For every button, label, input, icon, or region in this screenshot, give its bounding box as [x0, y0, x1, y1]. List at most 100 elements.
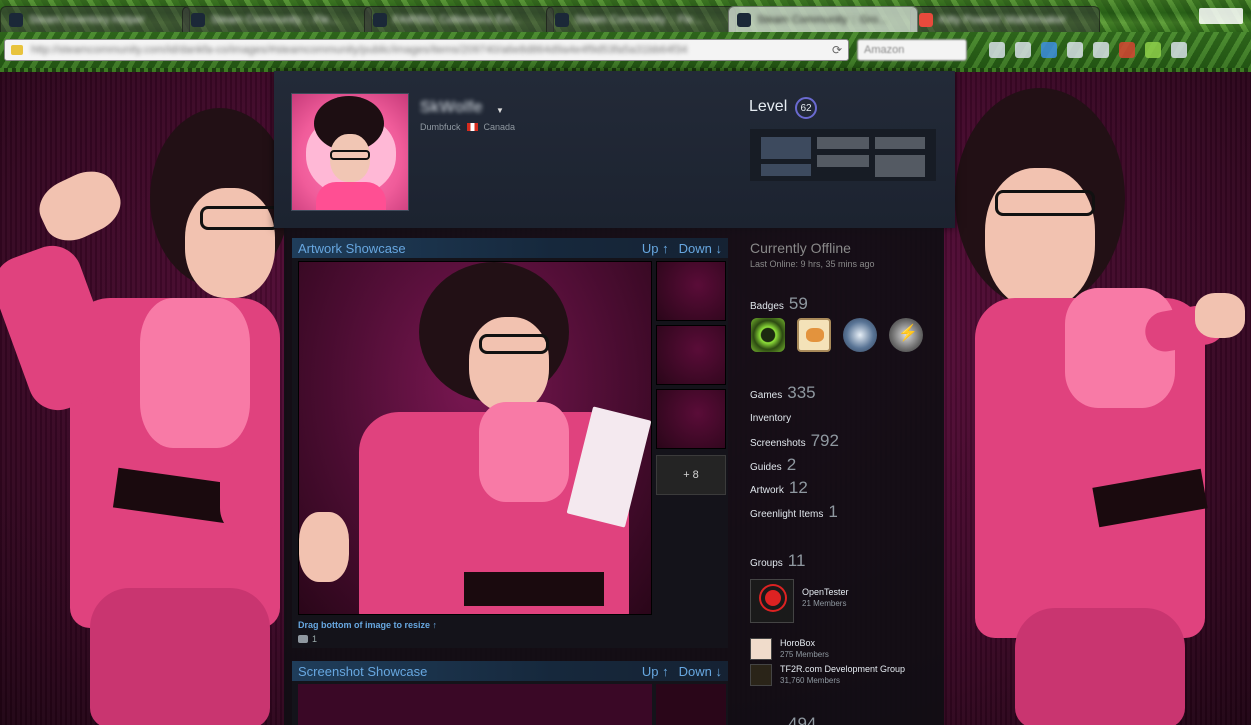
- browser-tab-bar: Steam Inventory Helper Steam Community :…: [0, 0, 1251, 32]
- screenshots-link[interactable]: Screenshots 792: [750, 431, 839, 451]
- group-name: TF2R.com Development Group: [780, 664, 906, 674]
- eye-badge-icon[interactable]: [751, 318, 785, 352]
- screenshot-main-image[interactable]: [298, 684, 652, 725]
- new-tab-button[interactable]: [1199, 8, 1243, 24]
- last-online: Last Online: 9 hrs, 35 mins ago: [750, 259, 875, 269]
- showcase-title: Artwork Showcase: [298, 240, 406, 256]
- group-avatar: [750, 579, 794, 623]
- stat-value: 2: [786, 455, 797, 474]
- move-down-button[interactable]: Down ↓: [679, 241, 722, 256]
- lightning-badge-icon[interactable]: [889, 318, 923, 352]
- steam-favicon-icon: [737, 12, 751, 27]
- background-figure-left: [0, 68, 290, 725]
- games-link[interactable]: Games 335: [750, 383, 816, 403]
- stat-label: Badges: [750, 301, 784, 312]
- artwork-link[interactable]: Artwork 12: [750, 478, 808, 498]
- address-bar[interactable]: http://steamcommunity.com/id/dankfa-co/i…: [4, 39, 849, 61]
- chrome-favicon-icon: [919, 12, 933, 27]
- guides-link[interactable]: Guides 2: [750, 455, 796, 475]
- group-avatar: [750, 664, 772, 686]
- group-name: OpenTester: [802, 587, 849, 597]
- stat-label: Artwork: [750, 485, 784, 496]
- stat-label: Groups: [750, 558, 783, 569]
- inventory-link[interactable]: Inventory: [750, 413, 791, 424]
- stat-value: 1: [828, 502, 838, 521]
- profile-main-column: Artwork Showcase Up ↑ Down ↓ + 8 Drag bo…: [284, 228, 744, 725]
- showcase-header: Screenshot Showcase Up ↑ Down ↓: [292, 661, 728, 681]
- group-avatar: [750, 638, 772, 660]
- stat-label: Inventory: [750, 413, 792, 424]
- reload-icon[interactable]: ⟳: [832, 43, 842, 57]
- stat-label: Screenshots: [750, 438, 806, 449]
- artwork-showcase: Artwork Showcase Up ↑ Down ↓ + 8 Drag bo…: [292, 238, 728, 648]
- steam-favicon-icon: [555, 12, 569, 27]
- profile-header: SkWolfe ▼ Dumbfuck Canada Level 62: [274, 71, 955, 228]
- move-up-button[interactable]: Up ↑: [642, 241, 669, 256]
- extension-favicon-icon: [373, 12, 387, 27]
- level-badge[interactable]: 62: [795, 97, 817, 119]
- chat-icon[interactable]: [1093, 42, 1109, 58]
- winged-badge-icon[interactable]: [843, 318, 877, 352]
- search-input[interactable]: Amazon: [857, 39, 967, 61]
- group-name: HoroBox: [780, 638, 816, 648]
- folder-icon: [11, 45, 23, 55]
- home-icon[interactable]: [989, 42, 1005, 58]
- persona-dropdown-icon[interactable]: ▼: [496, 106, 504, 115]
- showcase-header: Artwork Showcase Up ↑ Down ↓: [292, 238, 728, 258]
- stat-value-cut-off: 494: [788, 714, 817, 725]
- menu-icon[interactable]: [1015, 42, 1031, 58]
- online-status: Currently Offline: [750, 240, 851, 256]
- browser-tab-active[interactable]: Steam Community :: Gro...: [728, 6, 918, 32]
- toolbar-icons: [989, 42, 1187, 58]
- profile-avatar[interactable]: [291, 93, 409, 211]
- artwork-thumbnail[interactable]: [656, 261, 726, 321]
- more-artwork-button[interactable]: + 8: [656, 455, 726, 495]
- stat-value: 11: [787, 551, 806, 570]
- stat-value: 792: [810, 431, 839, 450]
- address-url: http://steamcommunity.com/id/dankfa-co/i…: [31, 44, 688, 56]
- real-name-location: Dumbfuck Canada: [420, 122, 515, 132]
- group-item[interactable]: HoroBox 275 Members: [750, 638, 829, 660]
- move-up-button[interactable]: Up ↑: [642, 664, 669, 679]
- house-icon[interactable]: [1067, 42, 1083, 58]
- showcase-title: Screenshot Showcase: [298, 663, 428, 679]
- addon-icon[interactable]: [1119, 42, 1135, 58]
- artwork-thumbnail[interactable]: [656, 389, 726, 449]
- badge-icons: [751, 318, 923, 352]
- steam-favicon-icon: [9, 12, 23, 27]
- artwork-main-image[interactable]: [298, 261, 652, 615]
- settings-icon[interactable]: [1171, 42, 1187, 58]
- extension-icon[interactable]: [1145, 42, 1161, 58]
- stat-value: 59: [788, 294, 808, 313]
- screenshot-showcase: Screenshot Showcase Up ↑ Down ↓: [292, 661, 728, 725]
- browser-tab[interactable]: Steam Community :: Fle...: [182, 6, 372, 32]
- download-icon[interactable]: [1041, 42, 1057, 58]
- real-name: Dumbfuck: [420, 122, 461, 132]
- browser-nav-bar: http://steamcommunity.com/id/dankfa-co/i…: [0, 32, 1251, 68]
- profile-sidebar: Currently Offline Last Online: 9 hrs, 35…: [744, 228, 944, 725]
- stat-label: Games: [750, 390, 783, 401]
- badges-link[interactable]: Badges 59: [750, 294, 808, 314]
- browser-tab[interactable]: Steam Inventory Helper: [0, 6, 190, 32]
- stat-value: 335: [787, 383, 816, 402]
- country: Canada: [483, 122, 516, 132]
- persona-name[interactable]: SkWolfe: [420, 99, 483, 117]
- browser-tab[interactable]: FAIRBitz Collections Ext...: [364, 6, 554, 32]
- corgi-badge-icon[interactable]: [797, 318, 831, 352]
- screenshot-thumbnail[interactable]: [656, 684, 726, 725]
- browser-tab[interactable]: Kitty Powers' Matchmaker: [910, 6, 1100, 32]
- groups-link[interactable]: Groups 11: [750, 551, 805, 571]
- background-figure-right: [945, 68, 1251, 725]
- artwork-thumbnail[interactable]: [656, 325, 726, 385]
- greenlight-link[interactable]: Greenlight Items 1: [750, 502, 838, 522]
- favorite-badge[interactable]: [750, 129, 936, 181]
- group-item[interactable]: OpenTester 21 Members: [750, 579, 849, 623]
- canada-flag-icon: [466, 123, 478, 131]
- comment-count[interactable]: 1: [298, 634, 317, 644]
- resize-hint[interactable]: Drag bottom of image to resize ↑: [298, 620, 437, 630]
- browser-tab[interactable]: Steam Community :: Fle...: [546, 6, 736, 32]
- stat-label: Greenlight Items: [750, 509, 824, 520]
- stat-label: Guides: [750, 462, 782, 473]
- group-item[interactable]: TF2R.com Development Group 31,760 Member…: [750, 664, 905, 686]
- move-down-button[interactable]: Down ↓: [679, 664, 722, 679]
